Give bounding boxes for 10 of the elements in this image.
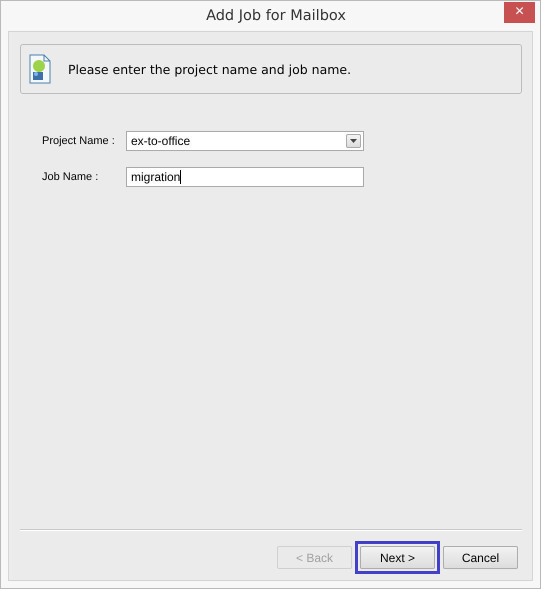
dialog-button[interactable]: Next > <box>360 546 435 569</box>
field-label: Job Name : <box>42 171 100 183</box>
instruction-text: Please enter the project name and job name. <box>68 62 352 76</box>
dialog-button[interactable]: Cancel <box>443 546 518 569</box>
job-name-field[interactable]: migration <box>126 167 364 187</box>
document-icon <box>29 54 51 84</box>
field-label: Project Name : <box>42 135 116 147</box>
window-title: Add Job for Mailbox <box>205 8 347 24</box>
project-dropdown[interactable]: ex-to-office <box>126 131 364 151</box>
close-button[interactable]: × <box>504 2 535 22</box>
